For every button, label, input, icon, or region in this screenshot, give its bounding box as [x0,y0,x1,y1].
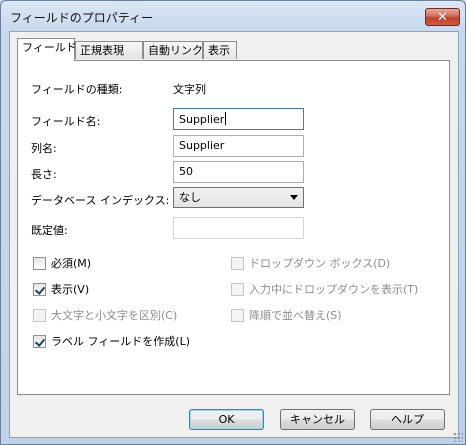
close-button[interactable]: ✕ [425,8,460,26]
help-button[interactable]: ヘルプ [370,409,445,430]
field-type-label: フィールドの種類: [31,83,123,96]
title-bar[interactable]: フィールドのプロパティー ✕ [1,1,465,31]
default-value-input[interactable] [173,217,304,239]
length-label: 長さ: [31,168,57,181]
column-name-input[interactable]: Supplier [173,135,304,157]
chevron-down-icon [290,195,298,200]
resize-grip-icon[interactable] [453,432,463,442]
ok-button[interactable]: OK [189,409,264,430]
case-sensitive-checkbox-label: 大文字と小文字を区別(C) [51,309,178,322]
tab-display[interactable]: 表示 [203,41,237,59]
field-properties-dialog: フィールドのプロパティー ✕ フィールド 正規表現 自動リンク 表示 フィールド… [0,0,466,445]
default-value-label: 既定値: [31,224,68,237]
checkbox-box [231,257,244,270]
field-tab-panel: フィールドの種類: 文字列 フィールド名: Supplier 列名: Suppl… [17,60,450,395]
field-name-label: フィールド名: [31,115,101,128]
required-checkbox-label: 必須(M) [51,257,92,270]
dialog-client-area: フィールド 正規表現 自動リンク 表示 フィールドの種類: 文字列 フィールド名… [9,31,459,438]
window-title: フィールドのプロパティー [10,11,154,25]
close-icon: ✕ [437,10,448,25]
length-input[interactable]: 50 [173,161,304,183]
text-caret [225,112,227,125]
create-label-field-checkbox-label: ラベル フィールドを作成(L) [51,335,190,348]
column-name-label: 列名: [31,142,57,155]
database-index-label: データベース インデックス: [31,194,170,207]
database-index-value: なし [179,191,201,204]
show-dropdown-typing-checkbox-label: 入力中にドロップダウンを表示(T) [249,283,419,296]
field-name-value: Supplier [179,113,225,126]
tab-regex[interactable]: 正規表現 [75,41,143,59]
checkbox-box [231,309,244,322]
database-index-select[interactable]: なし [173,187,304,208]
visible-checkbox-label: 表示(V) [51,283,90,296]
checkbox-box [33,257,46,270]
field-type-value: 文字列 [173,83,206,96]
sort-descending-checkbox-label: 降順で並べ替え(S) [249,309,342,322]
field-name-input[interactable]: Supplier [173,108,304,130]
checkbox-box [231,283,244,296]
checkbox-box [33,335,46,348]
cancel-button[interactable]: キャンセル [280,409,355,430]
tab-autolink[interactable]: 自動リンク [143,41,203,59]
checkmark-icon [34,284,46,295]
checkbox-box [33,309,46,322]
checkmark-icon [34,336,46,347]
dropdown-box-checkbox-label: ドロップダウン ボックス(D) [249,257,391,270]
checkbox-box [33,283,46,296]
tab-field[interactable]: フィールド [17,38,77,61]
